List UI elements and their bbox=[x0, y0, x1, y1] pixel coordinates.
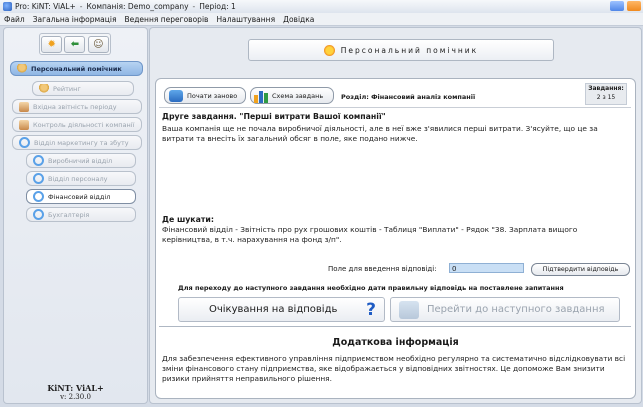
close-button[interactable] bbox=[627, 1, 641, 11]
minimize-button[interactable] bbox=[610, 1, 624, 11]
menu-bar: Файл Загальна інформація Ведення перегов… bbox=[0, 13, 643, 26]
section-label: Розділ: Фінансовий аналіз компанії bbox=[341, 93, 476, 101]
sidebar-item-marketing[interactable]: Відділ маркетингу та збуту bbox=[12, 135, 142, 150]
extra-info-text: Для забезпечення ефективного управління … bbox=[162, 354, 626, 383]
task-heading: Друге завдання. "Перші витрати Вашої ком… bbox=[162, 112, 386, 121]
bar-chart-icon bbox=[254, 89, 268, 103]
extra-info-heading: Додаткова інформація bbox=[332, 337, 459, 348]
confirm-answer-button[interactable]: Підтвердити відповідь bbox=[531, 263, 630, 276]
menu-file[interactable]: Файл bbox=[0, 15, 29, 24]
app-icon bbox=[3, 2, 12, 11]
back-arrow-icon[interactable]: ⬅ bbox=[64, 35, 86, 53]
title-period: Період: 1 bbox=[199, 2, 236, 11]
sun-icon bbox=[323, 44, 335, 56]
person-icon bbox=[17, 63, 27, 74]
title-company: Компанія: Demo_company bbox=[86, 2, 189, 11]
next-arrow-icon bbox=[399, 300, 419, 319]
magnifier-icon bbox=[33, 191, 44, 202]
sidebar-toolbar: ✹ ⬅ ☺ bbox=[39, 33, 111, 55]
title-app: Pro: KiNT: ViAL+ bbox=[15, 2, 76, 11]
sidebar-item-finance[interactable]: Фінансовий відділ bbox=[26, 189, 136, 204]
sidebar: ✹ ⬅ ☺ Персональний помічник Рейтинг Вхід… bbox=[3, 27, 148, 404]
answer-label: Поле для введення відповіді: bbox=[328, 265, 437, 273]
magnifier-icon bbox=[33, 155, 44, 166]
rating-icon bbox=[39, 83, 49, 94]
answer-input[interactable]: 0 bbox=[449, 263, 524, 273]
people-icon[interactable]: ☺ bbox=[87, 35, 109, 53]
where-text: Фінансовий відділ - Звітність про рух гр… bbox=[162, 225, 578, 244]
next-task-button[interactable]: Перейти до наступного завдання bbox=[390, 297, 620, 322]
document-icon bbox=[19, 101, 29, 112]
sidebar-item-period-reports[interactable]: Вхідна звітність періоду bbox=[12, 99, 142, 114]
divider bbox=[159, 326, 631, 327]
magnifier-icon bbox=[19, 137, 30, 148]
document-icon bbox=[19, 119, 29, 130]
menu-general-info[interactable]: Загальна інформація bbox=[29, 15, 121, 24]
task-text: Ваша компанія ще не почала виробничої ді… bbox=[162, 124, 598, 143]
sidebar-item-production[interactable]: Виробничий відділ bbox=[26, 153, 136, 168]
sun-icon[interactable]: ✹ bbox=[41, 35, 63, 53]
sidebar-item-accounting[interactable]: Бухгалтерія bbox=[26, 207, 136, 222]
transition-notice: Для переходу до наступного завдання необ… bbox=[178, 284, 564, 292]
sidebar-item-assistant[interactable]: Персональний помічник bbox=[10, 61, 143, 76]
app-version: KiNT: ViAL+ v: 2.30.0 bbox=[47, 383, 104, 401]
sidebar-item-company-control[interactable]: Контроль діяльності компанії bbox=[12, 117, 142, 132]
main-panel: Персональний помічник Почати заново Схем… bbox=[149, 27, 642, 404]
magnifier-icon bbox=[33, 173, 44, 184]
divider bbox=[159, 107, 631, 108]
sidebar-item-rating[interactable]: Рейтинг bbox=[32, 81, 134, 96]
menu-help[interactable]: Довідка bbox=[279, 15, 318, 24]
refresh-icon bbox=[169, 89, 183, 102]
menu-settings[interactable]: Налаштування bbox=[212, 15, 279, 24]
magnifier-icon bbox=[33, 209, 44, 220]
where-heading: Де шукати: bbox=[162, 215, 214, 224]
question-icon: ? bbox=[366, 299, 376, 320]
assistant-title-button[interactable]: Персональний помічник bbox=[248, 39, 554, 61]
sidebar-item-personnel[interactable]: Відділ персоналу bbox=[26, 171, 136, 186]
waiting-answer-button[interactable]: Очікування на відповідь ? bbox=[178, 297, 385, 322]
task-number: Завдання: 2 з 15 bbox=[585, 83, 627, 105]
restart-button[interactable]: Почати заново bbox=[164, 87, 246, 104]
menu-negotiations[interactable]: Ведення переговорів bbox=[120, 15, 212, 24]
window-titlebar: Pro: KiNT: ViAL+ - Компанія: Demo_compan… bbox=[0, 0, 643, 13]
task-content: Почати заново Схема завдань Розділ: Фіна… bbox=[155, 78, 636, 399]
task-scheme-button[interactable]: Схема завдань bbox=[250, 87, 334, 104]
